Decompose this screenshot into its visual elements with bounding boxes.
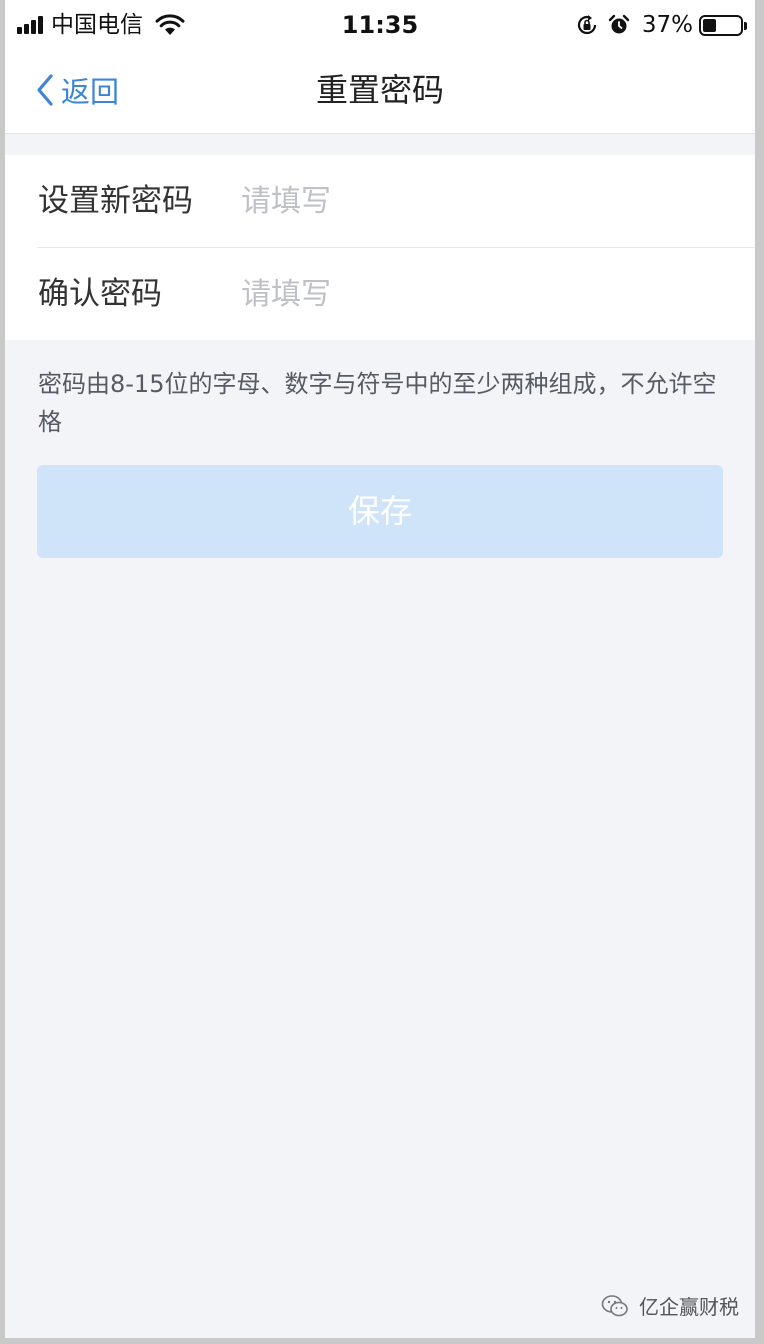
battery-icon bbox=[699, 14, 747, 36]
new-password-input[interactable] bbox=[241, 176, 721, 226]
battery-level bbox=[703, 18, 716, 32]
password-form: 设置新密码 确认密码 bbox=[5, 155, 755, 340]
confirm-password-input[interactable] bbox=[241, 269, 721, 319]
save-button[interactable]: 保存 bbox=[37, 465, 723, 558]
new-password-row: 设置新密码 bbox=[5, 155, 755, 247]
watermark: 亿企赢财税 bbox=[601, 1291, 739, 1320]
alarm-icon bbox=[608, 14, 630, 34]
watermark-text: 亿企赢财税 bbox=[639, 1295, 739, 1319]
confirm-password-label: 确认密码 bbox=[38, 276, 162, 312]
wechat-icon bbox=[601, 1294, 628, 1316]
app-screen: 中国电信 11:35 37% 返回 重置密码 设置新密码 确认密码 密码由8-1… bbox=[5, 0, 755, 1338]
battery-percent: 37% bbox=[641, 12, 693, 38]
navigation-bar: 返回 重置密码 bbox=[5, 50, 755, 134]
confirm-password-row: 确认密码 bbox=[5, 248, 755, 340]
password-rule-hint: 密码由8-15位的字母、数字与符号中的至少两种组成，不允许空格 bbox=[38, 370, 717, 436]
status-bar: 中国电信 11:35 37% bbox=[5, 0, 755, 50]
new-password-label: 设置新密码 bbox=[38, 183, 193, 219]
status-bar-right: 37% bbox=[566, 10, 747, 40]
page-title: 重置密码 bbox=[315, 71, 444, 109]
rotation-lock-icon bbox=[577, 15, 596, 35]
